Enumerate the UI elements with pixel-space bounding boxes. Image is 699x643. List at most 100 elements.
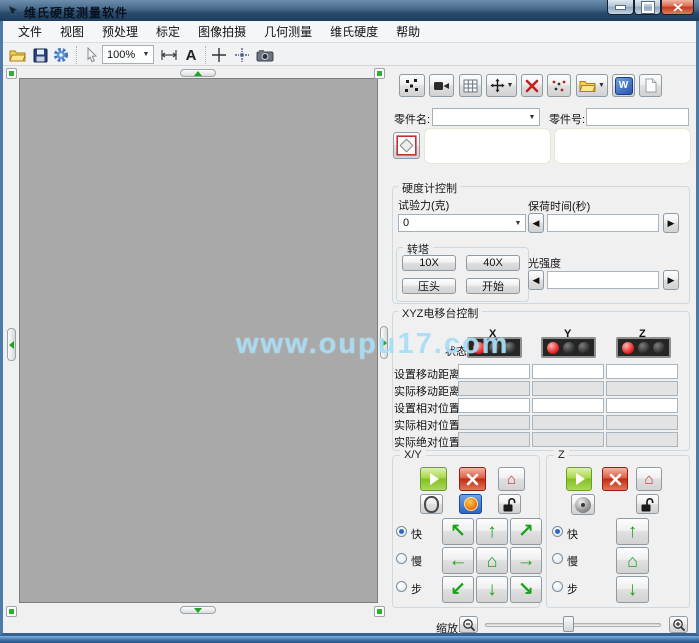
xy-home-button[interactable]: ⌂ [498,467,525,491]
menu-calibration[interactable]: 标定 [147,20,189,43]
dock-handle-bottom-left[interactable] [6,606,17,617]
play-icon [430,473,439,485]
xy-jog-up-right-button[interactable]: ↗ [510,518,542,545]
capture-camera-button[interactable] [255,45,275,65]
zoom-in-button[interactable] [669,616,688,633]
z-home-button[interactable]: ⌂ [636,467,662,491]
minimize-button[interactable] [607,0,634,15]
part-name-combobox[interactable]: ▼ [432,108,540,126]
export-word-button[interactable]: W [612,74,635,97]
text-annotation-button[interactable]: A [183,45,199,65]
dock-handle-top-left[interactable] [6,68,17,79]
light-decrease-button[interactable]: ◀ [528,270,544,290]
xy-emergency-stop-button[interactable] [459,494,482,514]
crosshair-button[interactable] [210,45,228,65]
light-increase-button[interactable]: ▶ [663,270,679,290]
save-button[interactable] [31,45,49,65]
zoom-out-button[interactable] [459,616,478,633]
z-group-title: Z [554,449,569,461]
menu-geometry-measure[interactable]: 几何测量 [255,20,321,43]
menu-vickers-hardness[interactable]: 维氏硬度 [321,20,387,43]
xy-jog-up-button[interactable]: ↑ [476,518,508,545]
move-stage-button[interactable]: ▼ [486,74,517,97]
z-stop-button[interactable] [602,467,628,491]
menu-file[interactable]: 文件 [9,20,51,43]
z-jog-down-button[interactable]: ↓ [616,576,649,603]
hold-time-increase-button[interactable]: ▶ [663,213,679,233]
hold-time-decrease-button[interactable]: ◀ [528,213,544,233]
maximize-button[interactable] [634,0,661,15]
diamond-indent-icon [396,135,417,156]
word-icon: W [615,77,633,95]
center-stage-button[interactable] [233,45,251,65]
xy-jog-down-button[interactable]: ↓ [476,576,508,603]
title-bar[interactable]: 维氏硬度测量软件 [0,0,699,21]
light-intensity-input[interactable] [547,271,659,289]
indenter-button[interactable]: 压头 [402,278,456,294]
xy-jog-right-button[interactable]: → [510,547,542,574]
collapse-bottom-button[interactable] [180,606,216,614]
dark-light-icon [563,342,575,354]
dock-handle-top-right[interactable] [374,68,385,79]
objective-40x-button[interactable]: 40X [466,255,520,271]
set-relative-position-z-input[interactable] [606,398,678,413]
set-move-distance-y-input[interactable] [532,364,604,379]
close-button[interactable] [661,0,694,15]
z-jog-home-button[interactable]: ⌂ [616,547,649,574]
dark-light-icon [638,342,650,354]
xy-speed-slow-radio[interactable] [396,553,407,564]
z-unlock-button[interactable] [636,494,659,514]
test-force-combobox[interactable]: 0 ▼ [398,214,526,232]
xy-unlock-button[interactable] [498,494,521,514]
xy-jog-down-left-button[interactable]: ↙ [442,576,474,603]
scatter-points-button[interactable] [547,74,571,97]
collapse-left-button[interactable] [7,328,16,361]
image-view-area[interactable] [19,78,378,603]
measure-ruler-button[interactable] [159,45,179,65]
menu-image-capture[interactable]: 图像拍摄 [189,20,255,43]
menu-view[interactable]: 视图 [51,20,93,43]
xy-jog-down-right-button[interactable]: ↘ [510,576,542,603]
delete-button[interactable] [521,74,543,97]
settings-button[interactable] [52,45,70,65]
zoom-slider-thumb[interactable] [563,616,574,632]
collapse-top-button[interactable] [180,69,216,77]
new-document-button[interactable] [639,74,662,97]
z-speed-slow-radio[interactable] [552,553,563,564]
video-capture-button[interactable] [429,74,454,97]
menu-help[interactable]: 帮助 [387,20,429,43]
xy-speed-step-radio[interactable] [396,581,407,592]
z-run-button[interactable] [566,467,592,491]
xy-speed-fast-radio[interactable] [396,526,407,537]
z-jog-up-button[interactable]: ↑ [616,518,649,545]
z-disc-button[interactable] [571,494,595,515]
objective-10x-button[interactable]: 10X [402,255,456,271]
row-label-set-move-distance: 设置移动距离 [394,366,460,382]
set-relative-position-x-input[interactable] [458,398,530,413]
open-report-button[interactable]: ▼ [576,74,608,97]
dock-handle-bottom-right[interactable] [374,606,385,617]
xy-run-button[interactable] [420,467,447,491]
set-move-distance-x-input[interactable] [458,364,530,379]
select-cursor-button[interactable] [83,45,99,65]
menu-preprocess[interactable]: 预处理 [93,20,147,43]
start-button[interactable]: 开始 [466,278,520,294]
xy-joystick-button[interactable] [420,494,443,514]
set-move-distance-z-input[interactable] [606,364,678,379]
test-force-label: 试验力(克) [398,197,449,213]
grid-view-button[interactable] [459,74,482,97]
part-number-input[interactable] [586,108,689,126]
xy-stop-button[interactable] [459,467,486,491]
indent-measure-button[interactable] [393,132,420,159]
set-relative-position-y-input[interactable] [532,398,604,413]
pattern-points-button[interactable] [399,74,425,97]
zoom-level-combobox[interactable]: 100% ▼ [102,45,154,64]
hold-time-input[interactable] [547,214,659,232]
z-speed-step-radio[interactable] [552,581,563,592]
panel-splitter-button[interactable] [380,326,388,359]
xy-jog-home-button[interactable]: ⌂ [476,547,508,574]
open-file-button[interactable] [8,45,28,65]
xy-jog-left-button[interactable]: ← [442,547,474,574]
xy-jog-up-left-button[interactable]: ↖ [442,518,474,545]
z-speed-fast-radio[interactable] [552,526,563,537]
